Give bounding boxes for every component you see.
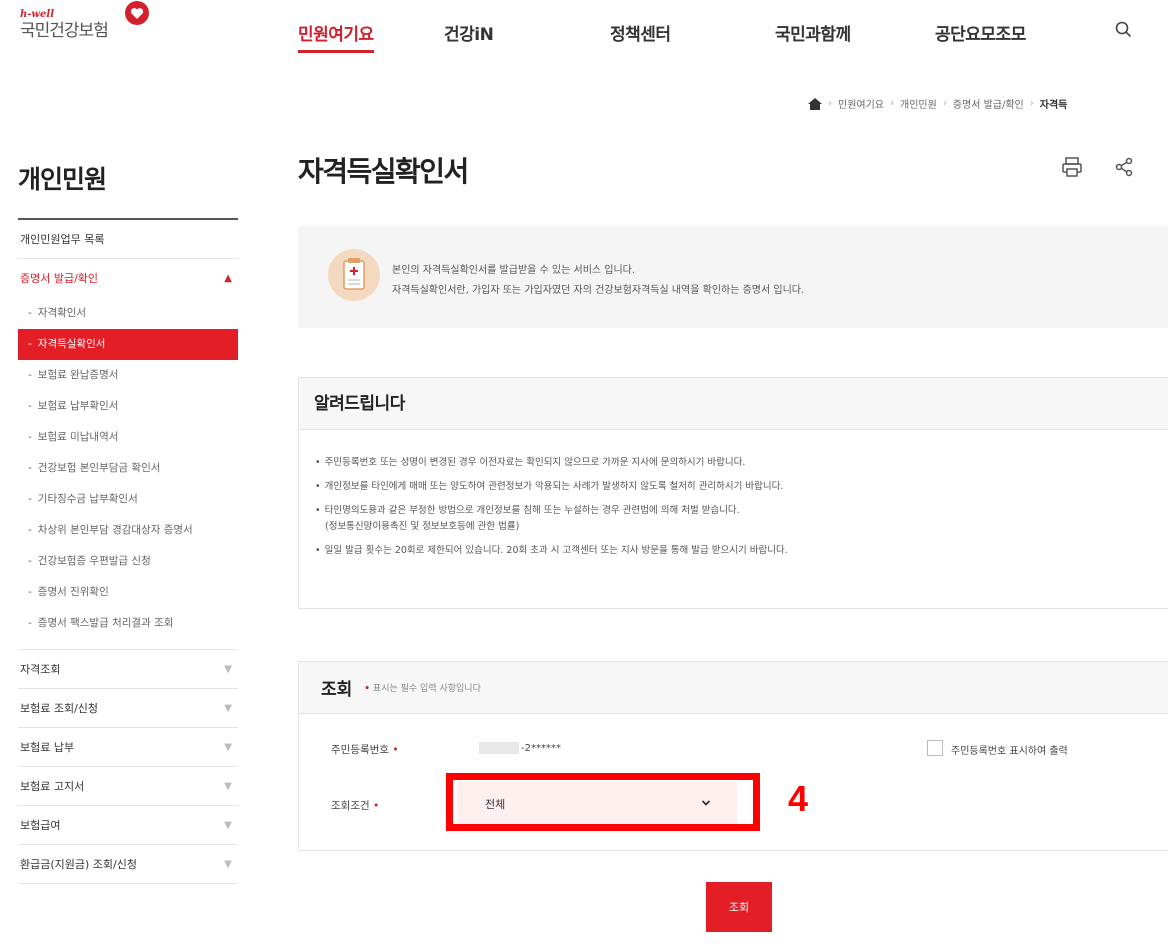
gnb-item-with-citizens[interactable]: 국민과함께 (775, 20, 851, 45)
breadcrumb-item[interactable]: 증명서 발급/확인 (953, 96, 1024, 111)
gnb-item-health-in[interactable]: 건강iN (444, 20, 494, 45)
required-note: • 표시는 필수 입력 사항입니다 (364, 684, 481, 694)
rrn-value: -2****** (479, 742, 561, 754)
breadcrumb-item[interactable]: 개인민원 (900, 96, 937, 111)
sidebar-menu: 개인민원업무 목록 증명서 발급/확인 ▲ - 자격확인서 - 자격득실확인서 - 보험… (18, 220, 238, 884)
breadcrumb: › 민원여기요 › 개인민원 › 증명서 발급/확인 › 자격득 (808, 96, 1067, 111)
sidebar-subitem[interactable]: - 보험료 완납증명서 (18, 360, 238, 391)
sidebar-subitem[interactable]: - 보험료 미납내역서 (18, 422, 238, 453)
sidebar-item-refund[interactable]: 환급금(지원금) 조회/신청 ▼ (18, 845, 238, 884)
sidebar-item-label: 보험급여 (20, 819, 61, 832)
sidebar-item-minwon-list[interactable]: 개인민원업무 목록 (18, 220, 238, 259)
sidebar-subitem[interactable]: - 증명서 진위확인 (18, 577, 238, 608)
breadcrumb-item[interactable]: 민원여기요 (838, 96, 884, 111)
notice-title: 알려드립니다 (299, 378, 1168, 430)
notice-item: • 개인정보를 타인에게 매매 또는 양도하여 관련정보가 악용되는 사례가 발생… (315, 481, 784, 492)
sidebar-item-qualification[interactable]: 자격조회 ▼ (18, 650, 238, 689)
sidebar-submenu: - 자격확인서 - 자격득실확인서 - 보험료 완납증명서 - 보험료 납부확인서 -보… (18, 298, 238, 650)
sidebar-subitem[interactable]: - 차상위 본인부담 경감대상자 증명서 (18, 515, 238, 546)
breadcrumb-separator: › (890, 98, 894, 109)
page-title: 자격득실확인서 (298, 155, 469, 188)
sidebar-item-premium-payment[interactable]: 보험료 납부 ▼ (18, 728, 238, 767)
sidebar-subitem[interactable]: - 보험료 납부확인서 (18, 391, 238, 422)
sidebar-subitem-active[interactable]: - 자격득실확인서 (18, 329, 238, 360)
query-header: 조회 • 표시는 필수 입력 사항입니다 (299, 662, 1168, 714)
notice-list: • 주민등록번호 또는 성명이 변경된 경우 이전자료는 확인되지 않으므로 가까… (299, 430, 1168, 559)
annotation-highlight-box (446, 773, 760, 831)
chevron-up-icon: ▲ (224, 273, 232, 284)
global-nav: 민원여기요 건강iN 정책센터 국민과함께 공단요모조모 (0, 20, 1168, 53)
share-icon[interactable] (1112, 155, 1136, 179)
sidebar-item-premium-bill[interactable]: 보험료 고지서 ▼ (18, 767, 238, 806)
search-submit-button[interactable]: 조회 (706, 882, 772, 932)
sidebar-item-label: 개인민원업무 목록 (20, 233, 105, 246)
home-icon[interactable] (808, 97, 822, 110)
sidebar-subitem[interactable]: - 건강보험 본인부담금 확인서 (18, 453, 238, 484)
notice-item: • 타인명의도용과 같은 부정한 방법으로 개인정보를 침해 또는 누설하는 경우… (315, 505, 740, 532)
notice-section: 알려드립니다 • 주민등록번호 또는 성명이 변경된 경우 이전자료는 확인되지 … (298, 377, 1168, 609)
sidebar-item-certificates[interactable]: 증명서 발급/확인 ▲ (18, 259, 238, 298)
sidebar-item-premium-inquiry[interactable]: 보험료 조회/신청 ▼ (18, 689, 238, 728)
chevron-down-icon: ▼ (224, 781, 232, 792)
sidebar-item-benefits[interactable]: 보험급여 ▼ (18, 806, 238, 845)
breadcrumb-separator: › (942, 98, 947, 109)
sidebar-subitem[interactable]: - 자격확인서 (18, 298, 238, 329)
query-title: 조회 (321, 680, 353, 700)
intro-text: 자격득실확인서란, 가입자 또는 가입자였던 자의 건강보험자격득실 내역을 확… (392, 285, 805, 296)
sidebar-item-label: 보험료 조회/신청 (20, 702, 99, 715)
print-icon[interactable] (1060, 155, 1084, 179)
document-icon (328, 249, 380, 301)
gnb-item-about[interactable]: 공단요모조모 (935, 20, 1026, 45)
search-icon[interactable] (1114, 20, 1134, 40)
sidebar-title: 개인민원 (18, 150, 238, 220)
chevron-down-icon: ▼ (224, 820, 232, 831)
sidebar-item-label: 보험료 납부 (20, 741, 75, 754)
sidebar-subitem[interactable]: - 기타징수금 납부확인서 (18, 484, 238, 515)
sidebar-item-label: 보험료 고지서 (20, 780, 85, 793)
notice-item: • 주민등록번호 또는 성명이 변경된 경우 이전자료는 확인되지 않으므로 가까… (315, 457, 746, 468)
intro-text: 본인의 자격득실확인서를 발급받을 수 있는 서비스 입니다. (392, 265, 636, 276)
breadcrumb-separator: › (1029, 98, 1034, 109)
chevron-down-icon: ▼ (224, 703, 232, 714)
sidebar: 개인민원 개인민원업무 목록 증명서 발급/확인 ▲ - 자격확인서 - 자격득실확인… (18, 150, 238, 884)
sidebar-item-label: 환급금(지원금) 조회/신청 (20, 858, 137, 871)
chevron-down-icon: ▼ (224, 859, 232, 870)
sidebar-item-label: 증명서 발급/확인 (20, 272, 99, 285)
gnb-item-minwon[interactable]: 민원여기요 (298, 20, 374, 53)
annotation-step-number: 4 (788, 778, 809, 819)
chevron-down-icon: ▼ (224, 742, 232, 753)
show-rrn-checkbox[interactable] (927, 740, 943, 756)
rrn-label: 주민등록번호 • (331, 744, 399, 756)
sidebar-subitem[interactable]: - 증명서 팩스발급 처리결과 조회 (18, 608, 238, 639)
condition-label: 조회조건 • (331, 800, 380, 812)
sidebar-subitem[interactable]: - 건강보험증 우편발급 신청 (18, 546, 238, 577)
chevron-down-icon: ▼ (224, 664, 232, 675)
notice-item: • 일일 발급 횟수는 20회로 제한되어 있습니다. 20회 초과 시 고객센터… (315, 545, 788, 556)
sidebar-item-label: 자격조회 (20, 663, 61, 676)
service-intro: 본인의 자격득실확인서를 발급받을 수 있는 서비스 입니다. 자격득실확인서란… (298, 226, 1168, 328)
show-rrn-label[interactable]: 주민등록번호 표시하여 출력 (951, 742, 1068, 757)
breadcrumb-current: 자격득 (1039, 100, 1068, 111)
breadcrumb-separator: › (828, 98, 832, 109)
gnb-item-policy-center[interactable]: 정책센터 (610, 20, 671, 45)
